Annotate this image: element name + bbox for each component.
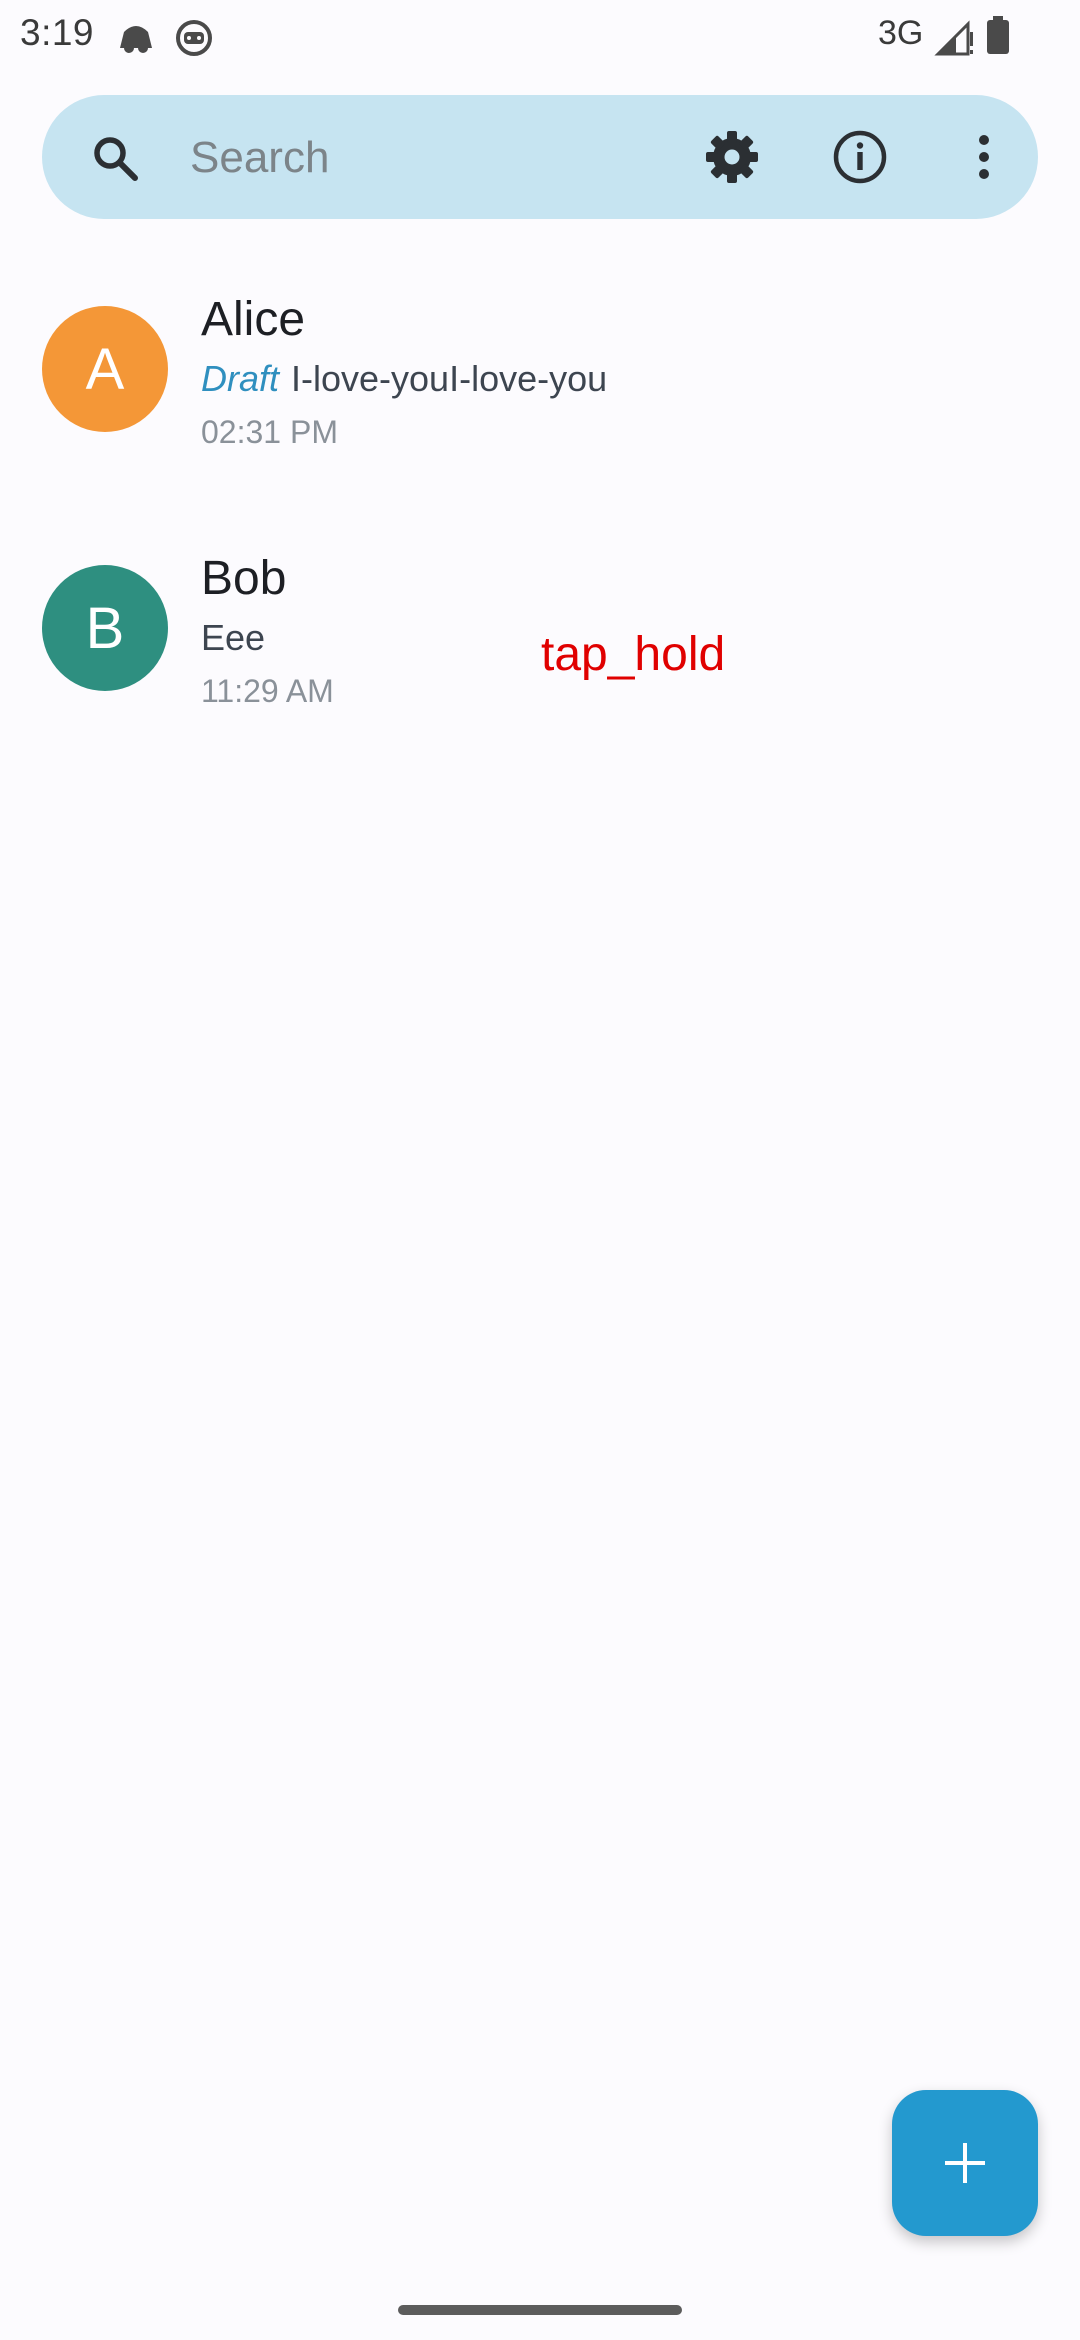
avatar-letter: A (85, 336, 125, 402)
battery-icon (987, 16, 1009, 54)
conversation-item-alice[interactable]: A Alice Draft I-love-youI-love-you 02:31 … (0, 290, 1080, 490)
status-bar: 3:19 3G (0, 0, 1080, 76)
search-bar (42, 95, 1038, 219)
android-notification-icon (176, 20, 212, 56)
avatar: A (42, 306, 168, 432)
conversation-time: 11:29 AM (201, 673, 334, 709)
draft-label: Draft (201, 358, 280, 399)
more-options-icon[interactable] (954, 127, 1014, 187)
info-icon[interactable] (830, 127, 890, 187)
network-type: 3G (878, 14, 924, 52)
status-time: 3:19 (20, 12, 95, 53)
navigation-handle[interactable] (398, 2305, 682, 2315)
signal-icon (934, 20, 973, 56)
new-conversation-button[interactable] (892, 2090, 1038, 2236)
conversation-snippet: Draft I-love-youI-love-you (201, 358, 607, 400)
search-icon[interactable] (90, 133, 140, 183)
conversation-list-screen: 3:19 3G Search A Alice Draft I-love-youI… (0, 0, 1080, 2340)
search-input[interactable] (188, 125, 712, 191)
settings-icon[interactable] (702, 127, 762, 187)
conversation-name: Bob (201, 552, 287, 605)
snippet-text: I-love-youI-love-you (291, 358, 608, 399)
avatar: B (42, 565, 168, 691)
conversation-time: 02:31 PM (201, 414, 338, 450)
cloud-notification-icon (120, 26, 152, 53)
conversation-snippet: Eee (201, 617, 266, 658)
plus-icon (945, 2143, 985, 2183)
tap-hold-annotation: tap_hold (541, 628, 726, 681)
avatar-letter: B (85, 595, 125, 661)
conversation-item-bob[interactable]: B Bob Eee 11:29 AM (0, 549, 1080, 749)
conversation-name: Alice (201, 293, 306, 346)
